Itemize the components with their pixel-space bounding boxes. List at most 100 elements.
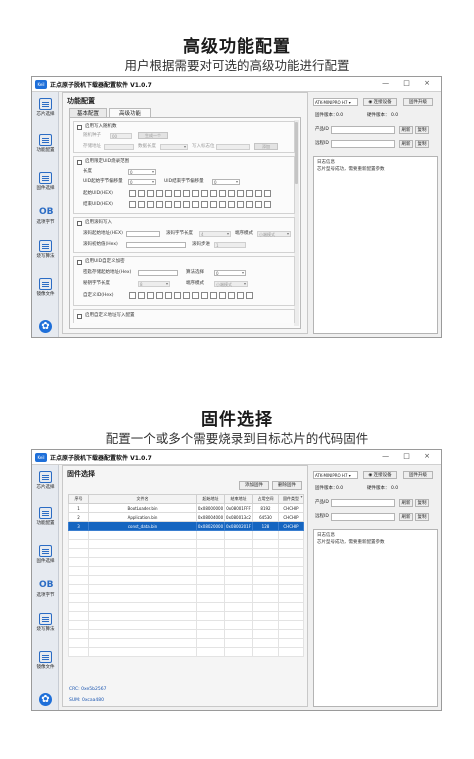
remote-id-refresh-button[interactable]: 刷新 [399, 513, 413, 521]
table-row[interactable] [68, 593, 304, 603]
uid-length-select[interactable]: 0 [128, 169, 156, 175]
uid-algo-select[interactable]: 0 [214, 270, 246, 276]
product-id-input[interactable] [331, 126, 395, 134]
byte-box[interactable] [201, 292, 208, 299]
nav-chip-select[interactable]: 芯片选择 [32, 471, 59, 490]
random-addr-input[interactable] [104, 144, 134, 150]
settings-icon[interactable]: ✿ [39, 320, 52, 333]
uid-store-addr-input[interactable] [138, 270, 178, 276]
byte-box[interactable] [147, 190, 154, 197]
remote-id-input[interactable] [331, 513, 395, 521]
remote-id-copy-button[interactable]: 复制 [415, 513, 429, 521]
byte-box[interactable] [138, 292, 145, 299]
random-enable-checkbox[interactable] [77, 125, 82, 130]
device-select[interactable]: ATK-MINIPRO H7 ▾ [313, 471, 358, 479]
table-row[interactable] [68, 539, 304, 549]
uid-custom-checkbox[interactable] [77, 260, 82, 265]
rolling-step-input[interactable]: 1 [214, 242, 246, 248]
remote-id-refresh-button[interactable]: 刷新 [399, 140, 413, 148]
random-flag-input[interactable] [216, 144, 250, 150]
byte-box[interactable] [165, 190, 172, 197]
table-row[interactable] [68, 566, 304, 576]
rolling-addr-input[interactable] [126, 231, 160, 237]
nav-algorithm[interactable]: 烧写算法 [32, 240, 59, 259]
table-row[interactable]: 1 BootLoader.bin 0x08000000 0x08001FFF 8192 C… [68, 503, 304, 513]
nav-function-config[interactable]: 功能配置 [32, 507, 59, 526]
byte-box[interactable] [183, 292, 190, 299]
table-row[interactable]: 2 Application.bin 0x08004000 0x080013c2 6453… [68, 512, 304, 522]
product-id-refresh-button[interactable]: 刷新 [399, 499, 413, 507]
byte-box[interactable] [138, 201, 145, 208]
table-row[interactable]: 3 const_data.bin 0x08020000 0x0800201F 128 CH… [68, 521, 304, 531]
byte-box[interactable] [183, 190, 190, 197]
byte-box[interactable] [246, 190, 253, 197]
product-id-copy-button[interactable]: 复制 [415, 499, 429, 507]
byte-box[interactable] [210, 201, 217, 208]
table-row[interactable] [68, 611, 304, 621]
firmware-upgrade-button[interactable]: 固件升级 [403, 471, 433, 479]
uid-end-offset-select[interactable]: 0 [212, 179, 240, 185]
byte-box[interactable] [255, 201, 262, 208]
uid-keylen-select[interactable]: 8 [138, 281, 170, 287]
byte-box[interactable] [192, 292, 199, 299]
uid-mode-select[interactable]: 小端模式 [214, 281, 248, 287]
byte-box[interactable] [246, 292, 253, 299]
byte-box[interactable] [228, 292, 235, 299]
rolling-enable-checkbox[interactable] [77, 221, 82, 226]
byte-box[interactable] [228, 190, 235, 197]
byte-box[interactable] [129, 292, 136, 299]
uid-start-offset-select[interactable]: 0 [128, 179, 156, 185]
byte-box[interactable] [147, 201, 154, 208]
table-row[interactable] [68, 557, 304, 567]
byte-box[interactable] [219, 190, 226, 197]
random-add-button[interactable]: 添加 [254, 143, 278, 150]
scroll-thumb[interactable] [295, 122, 298, 184]
table-row[interactable] [68, 548, 304, 558]
nav-image-file[interactable]: 镜像文件 [32, 651, 59, 670]
byte-box[interactable] [255, 190, 262, 197]
custom-address-checkbox[interactable] [77, 314, 82, 319]
nav-option-bytes[interactable]: OB 选项字节 [32, 206, 59, 225]
random-len-select[interactable] [160, 144, 188, 150]
nav-algorithm[interactable]: 烧写算法 [32, 613, 59, 632]
settings-icon[interactable]: ✿ [39, 693, 52, 706]
column-header[interactable]: 结束地址 [224, 494, 253, 504]
product-id-refresh-button[interactable]: 刷新 [399, 126, 413, 134]
byte-box[interactable] [201, 190, 208, 197]
random-seed-input[interactable]: 00 [110, 133, 132, 139]
remote-id-copy-button[interactable]: 复制 [415, 140, 429, 148]
byte-box[interactable] [165, 201, 172, 208]
nav-firmware-select[interactable]: 固件选择 [32, 545, 59, 564]
byte-box[interactable] [174, 201, 181, 208]
byte-box[interactable] [183, 201, 190, 208]
connect-device-button[interactable]: ◉ 连接设备 [363, 471, 397, 479]
byte-box[interactable] [129, 190, 136, 197]
rolling-mode-select[interactable]: 小端模式 [257, 231, 291, 237]
column-header[interactable]: 文件名 [88, 494, 197, 504]
byte-box[interactable] [129, 201, 136, 208]
byte-box[interactable] [219, 292, 226, 299]
connect-device-button[interactable]: ◉ 连接设备 [363, 98, 397, 106]
byte-box[interactable] [264, 201, 271, 208]
nav-image-file[interactable]: 镜像文件 [32, 278, 59, 297]
table-row[interactable] [68, 638, 304, 648]
byte-box[interactable] [219, 201, 226, 208]
byte-box[interactable] [192, 190, 199, 197]
remove-firmware-button[interactable]: 删除固件 [272, 481, 302, 490]
nav-function-config[interactable]: 功能配置 [32, 134, 59, 153]
byte-box[interactable] [174, 292, 181, 299]
byte-box[interactable] [201, 201, 208, 208]
byte-box[interactable] [156, 292, 163, 299]
table-row[interactable] [68, 647, 304, 657]
product-id-copy-button[interactable]: 复制 [415, 126, 429, 134]
byte-box[interactable] [264, 190, 271, 197]
table-row[interactable] [68, 584, 304, 594]
byte-box[interactable] [138, 190, 145, 197]
uid-range-checkbox[interactable] [77, 160, 82, 165]
byte-box[interactable] [192, 201, 199, 208]
byte-box[interactable] [228, 201, 235, 208]
device-select[interactable]: ATK-MINIPRO H7 ▾ [313, 98, 358, 106]
nav-firmware-select[interactable]: 固件选择 [32, 172, 59, 191]
rolling-init-input[interactable] [126, 242, 186, 248]
table-row[interactable] [68, 602, 304, 612]
